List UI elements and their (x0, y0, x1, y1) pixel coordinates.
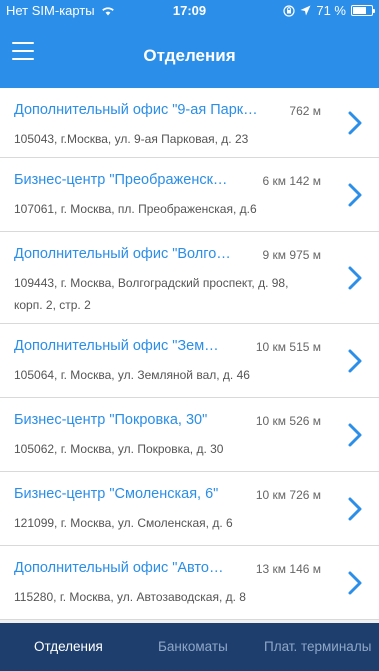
branch-distance: 6 км 142 м (262, 174, 321, 188)
chevron-right-icon[interactable] (347, 265, 363, 291)
tab-bar: Отделения Банкоматы Плат. терминалы (0, 623, 379, 671)
branch-list-item[interactable]: Бизнес-центр "Покровка, 30" 10 км 526 м 10… (0, 398, 379, 472)
chevron-right-icon[interactable] (347, 496, 363, 522)
branch-name: Бизнес-центр "Покровка, 30" (14, 412, 208, 428)
branch-name: Дополнительный офис "Авто… (14, 560, 224, 576)
battery-icon (351, 5, 375, 16)
branch-distance: 9 км 975 м (262, 248, 321, 262)
tab-branches[interactable]: Отделения (34, 639, 103, 654)
branch-address: 105062, г. Москва, ул. Покровка, д. 30 (14, 442, 224, 456)
branch-address: 107061, г. Москва, пл. Преображенская, д… (14, 202, 257, 216)
branch-distance: 762 м (289, 104, 321, 118)
branch-distance: 13 км 146 м (255, 562, 321, 576)
branch-address: 105043, г.Москва, ул. 9-ая Парковая, д. … (14, 132, 249, 146)
branch-name: Дополнительный офис "9-ая Парк… (14, 102, 258, 118)
chevron-right-icon[interactable] (347, 182, 363, 208)
branch-distance: 10 км 515 м (255, 340, 321, 354)
branch-name: Дополнительный офис "Зем… (14, 338, 219, 354)
branch-address: 115280, г. Москва, ул. Автозаводская, д.… (14, 590, 246, 604)
battery-percent: 71 % (316, 3, 346, 18)
chevron-right-icon[interactable] (347, 110, 363, 136)
page-title: Отделения (143, 46, 236, 65)
branch-list[interactable]: Дополнительный офис "9-ая Парк… 762 м 1050… (0, 88, 379, 623)
navigation-bar: Отделения (0, 22, 379, 88)
branch-address: 121099, г. Москва, ул. Смоленская, д. 6 (14, 516, 233, 530)
status-bar-right: 71 % (283, 3, 375, 18)
status-bar: Нет SIM-карты 17:09 71 % (0, 0, 379, 22)
branch-address: 109443, г. Москва, Волгоградский проспек… (14, 276, 289, 312)
tab-payment-terminals[interactable]: Плат. терминалы (264, 639, 371, 654)
branch-list-item[interactable]: Бизнес-центр "Смоленская, 6" 10 км 726 м 1… (0, 472, 379, 546)
tab-atms[interactable]: Банкоматы (158, 639, 228, 654)
branch-list-item[interactable]: Бизнес-центр "Преображенск… 6 км 142 м 107… (0, 158, 379, 232)
location-arrow-icon (300, 5, 311, 16)
branch-list-item[interactable]: Дополнительный офис "Зем… 10 км 515 м 1050… (0, 324, 379, 398)
branch-list-item[interactable]: Дополнительный офис "Волго… 9 км 975 м 109… (0, 232, 379, 324)
branch-list-item[interactable]: Дополнительный офис "9-ая Парк… 762 м 1050… (0, 88, 379, 158)
chevron-right-icon[interactable] (347, 570, 363, 596)
branch-address: 105064, г. Москва, ул. Земляной вал, д. … (14, 368, 250, 382)
branch-name: Дополнительный офис "Волго… (14, 246, 231, 262)
branch-list-item[interactable]: Дополнительный офис "Авто… 13 км 146 м 115… (0, 546, 379, 620)
branch-distance: 10 км 726 м (255, 488, 321, 502)
branch-distance: 10 км 526 м (255, 414, 321, 428)
chevron-right-icon[interactable] (347, 348, 363, 374)
branch-name: Бизнес-центр "Смоленская, 6" (14, 486, 219, 502)
chevron-right-icon[interactable] (347, 422, 363, 448)
branch-name: Бизнес-центр "Преображенск… (14, 172, 228, 188)
battery-fill (353, 7, 366, 14)
orientation-lock-icon (283, 4, 295, 17)
